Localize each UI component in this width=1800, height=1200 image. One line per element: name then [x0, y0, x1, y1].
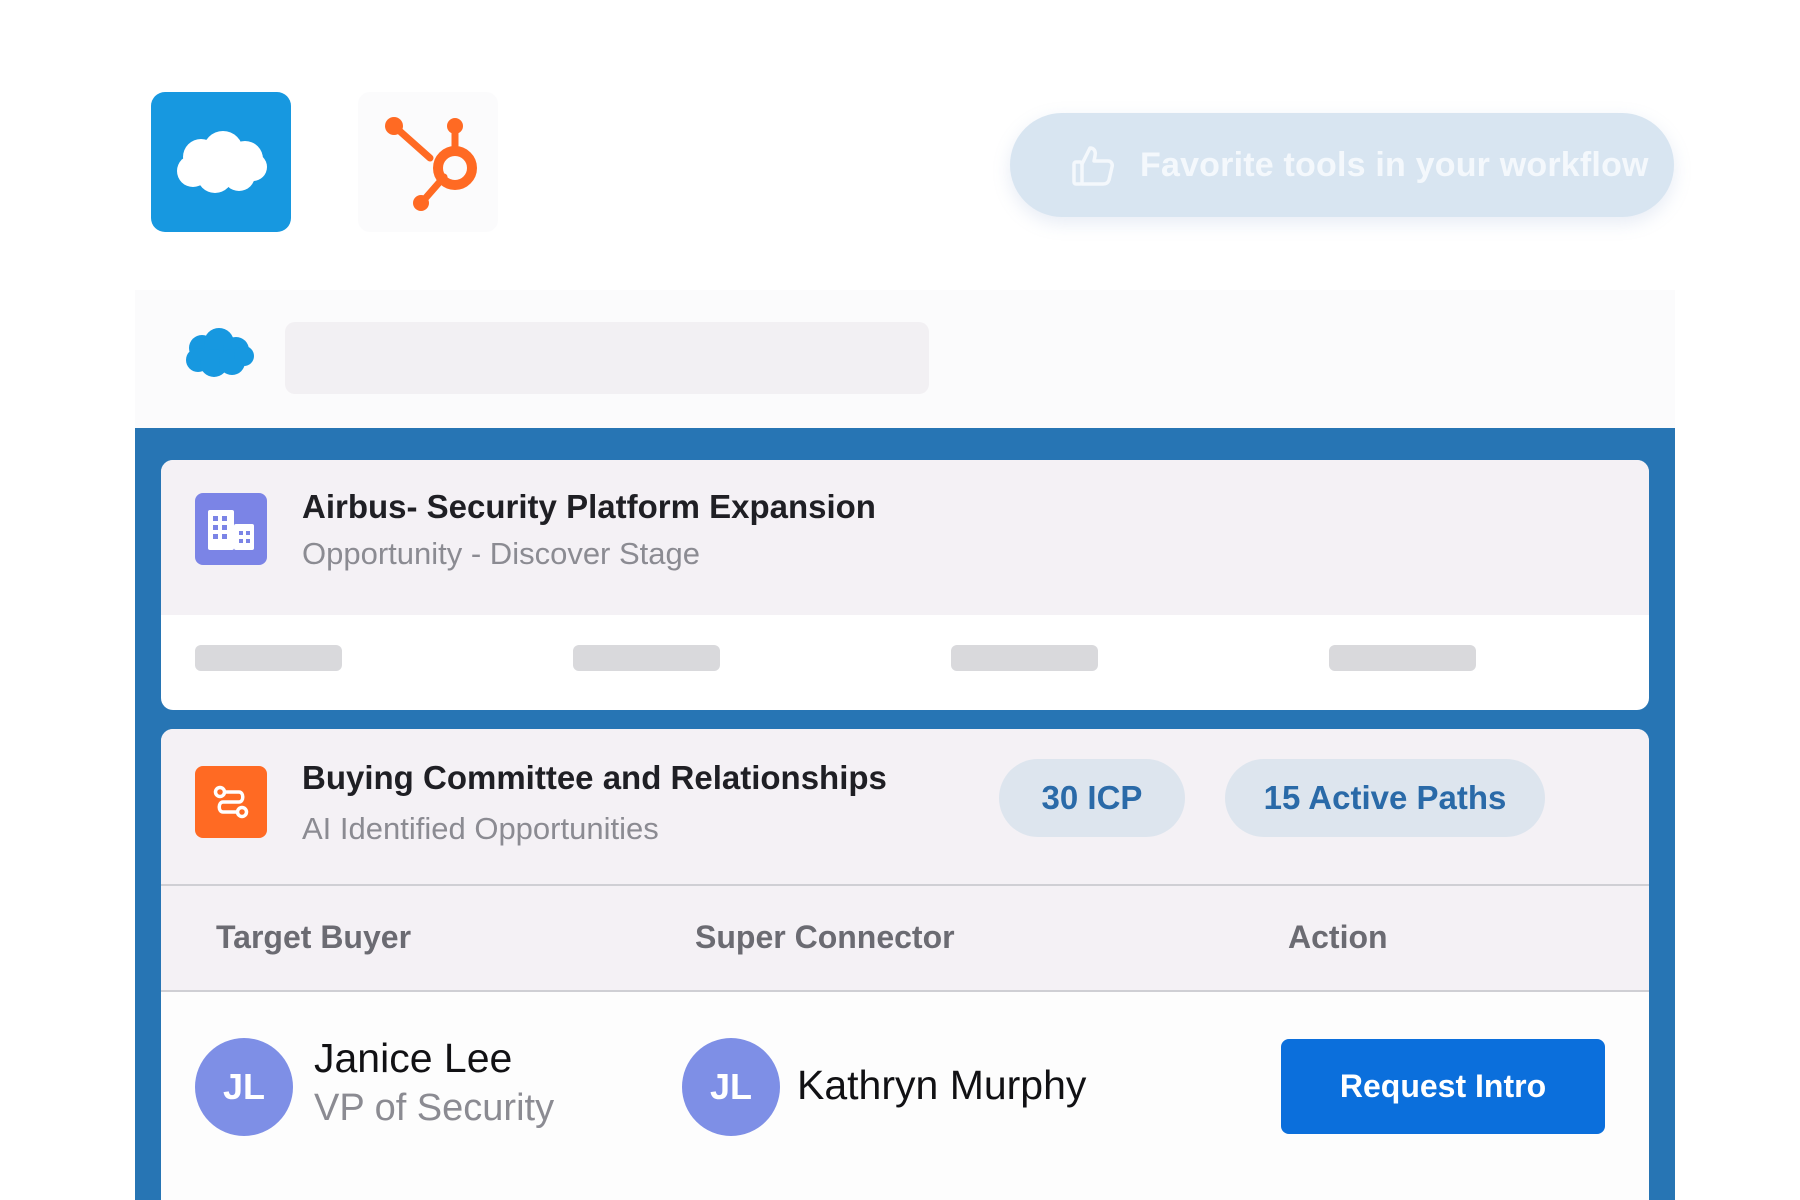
hubspot-logo-tile [358, 92, 498, 232]
opportunity-card-header: Airbus- Security Platform Expansion Oppo… [161, 460, 1649, 615]
loading-placeholder [195, 645, 342, 671]
favorite-tools-label: Favorite tools in your workflow [1140, 145, 1649, 184]
opportunity-subtitle: Opportunity - Discover Stage [302, 536, 701, 571]
favorite-tools-badge: Favorite tools in your workflow [1010, 113, 1674, 217]
active-paths-chip[interactable]: 15 Active Paths [1225, 759, 1545, 837]
thumbs-up-icon [1070, 142, 1116, 188]
request-intro-button[interactable]: Request Intro [1281, 1039, 1605, 1134]
icp-count-chip[interactable]: 30 ICP [999, 759, 1185, 837]
column-super-connector: Super Connector [695, 919, 955, 955]
search-input-placeholder[interactable] [285, 322, 929, 394]
table-row: JL Janice Lee VP of Security JL Kathryn … [161, 992, 1649, 1200]
salesforce-logo-tile [151, 92, 291, 232]
connector-name[interactable]: Kathryn Murphy [797, 1062, 1086, 1109]
opportunity-card: Airbus- Security Platform Expansion Oppo… [161, 460, 1649, 710]
buying-committee-subtitle: AI Identified Opportunities [302, 811, 659, 846]
building-icon [195, 493, 267, 565]
table-header: Target Buyer Super Connector Action [161, 884, 1649, 992]
route-icon [195, 766, 267, 838]
loading-placeholder [951, 645, 1098, 671]
buyer-name[interactable]: Janice Lee [314, 1035, 512, 1082]
column-target-buyer: Target Buyer [216, 919, 412, 955]
column-action: Action [1288, 919, 1388, 955]
loading-placeholder [573, 645, 720, 671]
buyer-role: VP of Security [314, 1087, 555, 1129]
buyer-avatar: JL [195, 1038, 293, 1136]
connector-avatar: JL [682, 1038, 780, 1136]
opportunity-title[interactable]: Airbus- Security Platform Expansion [302, 488, 876, 526]
buying-committee-header: Buying Committee and Relationships AI Id… [161, 729, 1649, 884]
salesforce-small-icon [182, 326, 256, 382]
hubspot-logo-icon [385, 117, 477, 211]
buying-committee-title: Buying Committee and Relationships [302, 759, 887, 796]
buying-committee-card: Buying Committee and Relationships AI Id… [161, 729, 1649, 1200]
salesforce-logo-icon [177, 131, 267, 193]
loading-placeholder [1329, 645, 1476, 671]
